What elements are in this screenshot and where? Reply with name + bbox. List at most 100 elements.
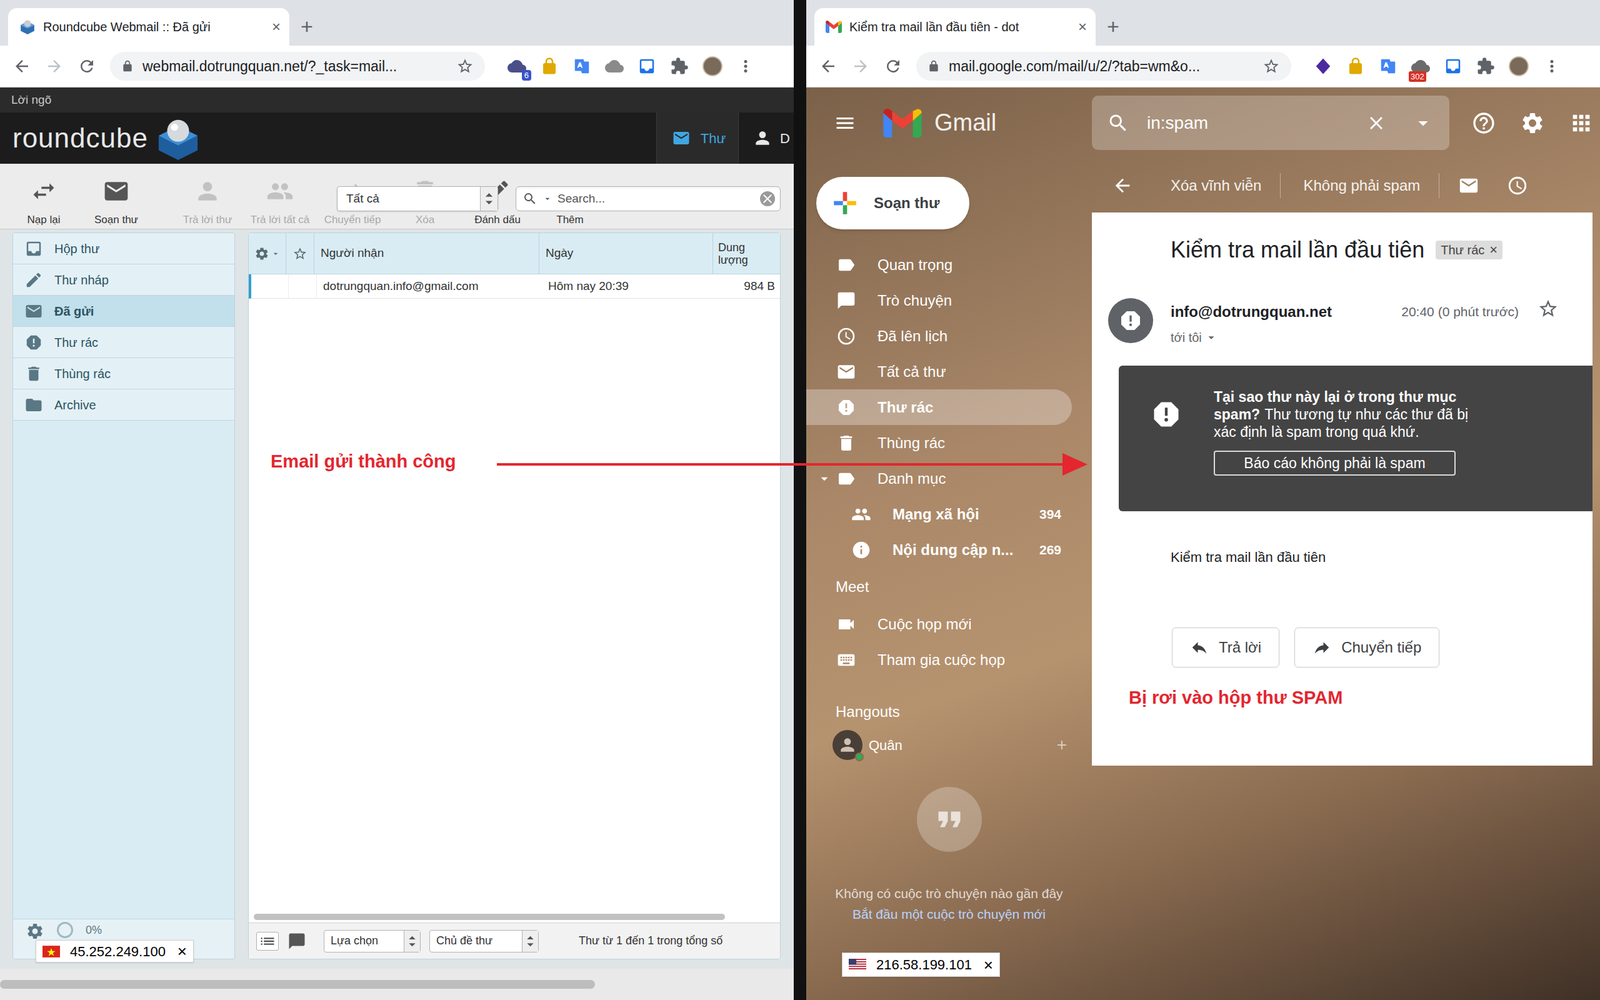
address-field[interactable]: webmail.dotrungquan.net/?_task=mail... [110,51,485,81]
search-input[interactable] [557,190,755,209]
redirect-extension[interactable]: 302 [1411,56,1430,76]
star-icon[interactable] [456,57,474,75]
forward-arrow-icon[interactable] [45,56,64,76]
scroll-thumb[interactable] [0,980,595,989]
search-icon[interactable] [522,191,538,207]
nav-item[interactable]: Quan trọng [806,246,1072,283]
nav-item[interactable]: Trò chuyện [806,282,1072,319]
lock-icon[interactable] [927,60,940,73]
header-tab[interactable]: D [738,112,794,164]
filter-select[interactable]: Tất cả [336,186,499,212]
back-arrow-icon[interactable] [12,56,32,76]
profile-avatar[interactable] [702,56,723,77]
link-extension-icon[interactable] [1443,56,1463,76]
page-scrollbar[interactable] [0,968,794,1000]
column-header[interactable]: Dung lượng [713,233,780,274]
start-chat-link[interactable]: Bắt đầu một cuộc trò chuyện mới [827,903,1072,925]
folder-item[interactable]: Đã gửi [13,295,235,327]
column-header[interactable]: Ngày [539,233,714,274]
cloud-extension[interactable]: 6 [507,56,527,76]
folder-item[interactable]: Thùng rác [13,358,235,390]
browser-tab[interactable]: Kiểm tra mail lần đầu tiên - dot× [814,8,1096,46]
caret-down-icon[interactable] [270,248,281,259]
toolbar-button[interactable]: Trả lời tất cả [243,163,317,227]
help-icon[interactable] [1471,110,1497,136]
column-header[interactable]: Người nhận [314,233,540,274]
cloud-icon[interactable] [605,56,624,76]
add-contact-button[interactable]: + [1056,731,1067,759]
lock-icon[interactable] [121,60,134,73]
flag-column[interactable] [286,233,315,274]
clear-icon[interactable] [1365,112,1387,134]
nav-item[interactable]: Thư rác [806,389,1072,425]
report-not-spam-button[interactable]: Báo cáo không phải là spam [1213,450,1456,476]
header-tab[interactable]: Thư [656,112,739,164]
back-arrow-icon[interactable] [1111,175,1134,197]
apps-icon[interactable] [1568,110,1594,136]
threads-select[interactable]: Chủ đề thư [429,930,539,953]
nav-item[interactable]: Mạng xã hội394 [806,496,1072,532]
address-field[interactable]: mail.google.com/mail/u/2/?tab=wm&o... [916,51,1292,81]
lock-extension-icon[interactable] [1346,56,1365,76]
reply-button[interactable]: Trả lời [1171,627,1280,668]
translate-icon[interactable] [572,56,592,76]
list-options[interactable] [248,233,287,274]
lock-extension-icon[interactable] [540,56,559,76]
reply-button[interactable]: Chuyển tiếp [1294,627,1440,668]
snooze-clock-icon[interactable] [1506,175,1529,197]
url-text[interactable]: webmail.dotrungquan.net/?_task=mail... [142,55,448,78]
ip-badge-close[interactable]: × [983,956,994,974]
hangouts-user[interactable]: Quân+ [806,727,1092,763]
gear-icon[interactable] [25,921,45,941]
not-spam-button[interactable]: Không phải spam [1303,174,1420,197]
reload-icon[interactable] [883,56,903,76]
horizontal-scrollbar[interactable] [248,911,780,923]
caret-down-icon[interactable] [1411,111,1435,135]
translate-icon[interactable] [1378,56,1398,76]
browser-tab[interactable]: Roundcube Webmail :: Đã gửi× [8,8,290,46]
label-remove[interactable]: × [1489,243,1498,257]
profile-avatar[interactable] [1508,56,1529,77]
nav-item[interactable]: Thùng rác [806,425,1072,461]
clear-icon[interactable] [760,191,775,207]
menu-icon[interactable] [833,111,857,135]
gear-icon[interactable] [254,246,270,262]
star-icon[interactable] [1537,298,1559,320]
gear-icon[interactable] [1520,110,1545,136]
nav-item[interactable]: Nội dung cập n...269 [806,531,1072,568]
recipient-line[interactable]: tới tôi [1170,328,1332,347]
search-value[interactable]: in:spam [1146,110,1366,137]
nav-item[interactable]: Tất cả thư [806,353,1072,390]
tab-close-button[interactable]: × [271,19,281,35]
threads-icon[interactable] [287,931,307,951]
message-row[interactable]: dotrungquan.info@gmail.comHôm nay 20:399… [248,274,780,299]
toolbar-button[interactable]: Soạn thư [80,163,153,227]
folder-item[interactable]: Thư rác [13,326,235,359]
link-extension-icon[interactable] [637,56,657,76]
roundcube-logo[interactable]: roundcube [0,116,204,160]
star-icon[interactable] [1262,57,1280,75]
compose-button[interactable]: Soạn thư [816,176,970,230]
toolbar-button[interactable]: Trả lời thư [171,163,244,227]
tab-close-button[interactable]: × [1078,19,1087,35]
kebab-icon[interactable] [736,56,755,76]
folder-item[interactable]: Archive [13,389,235,421]
caret-down-icon[interactable] [1204,330,1219,345]
meet-item[interactable]: Cuộc họp mới [806,606,1092,642]
diamond-extension-icon[interactable] [1313,56,1333,76]
gmail-logo-icon[interactable] [883,108,922,138]
mark-unread-icon[interactable] [1458,175,1480,197]
selection-select[interactable]: Lựa chọn [323,930,421,953]
puzzle-icon[interactable] [1476,56,1495,76]
meet-item[interactable]: Tham gia cuộc họp [806,641,1092,678]
kebab-icon[interactable] [1542,56,1562,76]
puzzle-icon[interactable] [670,56,689,76]
new-tab-button[interactable]: + [300,15,314,46]
search-icon[interactable] [1106,111,1130,135]
nav-item[interactable]: Đã lên lịch [806,318,1072,354]
search-box[interactable]: in:spam [1091,95,1450,150]
back-arrow-icon[interactable] [818,56,838,76]
bookmark[interactable]: Lời ngõ [11,91,52,110]
caret-down-icon[interactable] [542,193,553,204]
list-icon[interactable] [256,931,279,951]
